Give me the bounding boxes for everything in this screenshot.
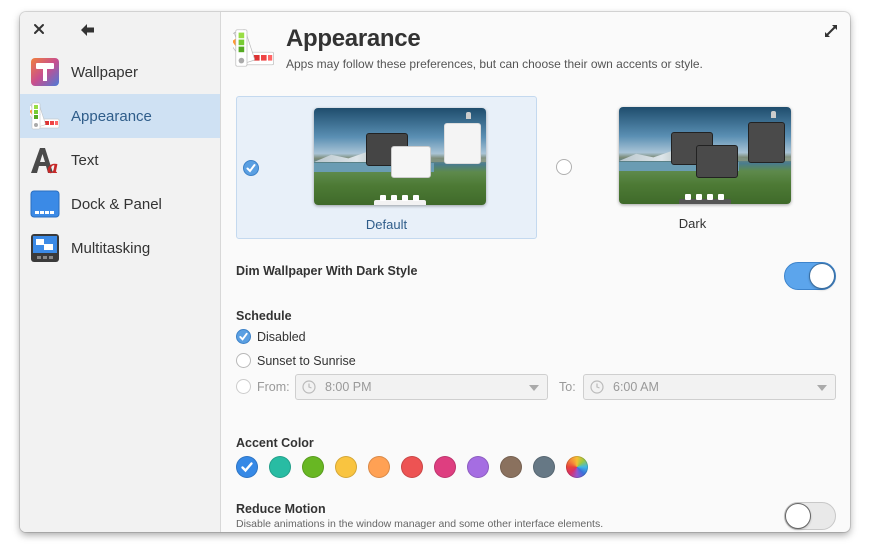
accent-color-swatches	[236, 456, 599, 478]
sidebar-item-label: Dock & Panel	[71, 195, 162, 213]
reduce-motion-description: Disable animations in the window manager…	[236, 518, 604, 530]
style-label: Default	[365, 217, 408, 232]
arrow-left-icon[interactable]	[80, 23, 96, 37]
preview-window	[696, 145, 738, 178]
dock-app-icon	[685, 194, 691, 200]
appearance-panel: Appearance Apps may follow these prefere…	[221, 12, 850, 532]
switch-knob	[785, 503, 811, 529]
dock-icon	[30, 190, 60, 218]
accent-swatch-yellow[interactable]	[335, 456, 357, 478]
preview-notification	[444, 123, 481, 164]
dropdown-arrow-icon	[529, 385, 539, 391]
accent-color-label: Accent Color	[236, 436, 314, 450]
dock-app-icon	[718, 194, 724, 200]
schedule-option-disabled[interactable]: Disabled	[236, 329, 306, 344]
style-option-default[interactable]: Default	[236, 96, 537, 239]
sidebar-item-appearance[interactable]: Appearance	[20, 94, 220, 138]
checkmark-icon	[241, 462, 253, 473]
style-option-dark[interactable]: Dark	[542, 96, 843, 239]
page-subtitle: Apps may follow these preferences, but c…	[286, 57, 703, 71]
radio-checked[interactable]	[236, 329, 251, 344]
dock-app-icon	[380, 195, 386, 201]
sidebar-item-label: Wallpaper	[71, 63, 138, 81]
sidebar-item-dock-panel[interactable]: Dock & Panel	[20, 182, 220, 226]
radio-unchecked[interactable]	[236, 379, 251, 394]
from-time-picker[interactable]: 8:00 PM	[295, 374, 548, 400]
option-label: From:	[257, 379, 290, 394]
accent-swatch-auto[interactable]	[566, 456, 588, 478]
accent-swatch-blue[interactable]	[236, 456, 258, 478]
radio-unchecked[interactable]	[236, 353, 251, 368]
option-label: Disabled	[257, 329, 306, 344]
reduce-motion-label: Reduce Motion	[236, 502, 326, 516]
radio-checked[interactable]	[243, 160, 259, 176]
sidebar-item-wallpaper[interactable]: Wallpaper	[20, 50, 220, 94]
accent-swatch-orange[interactable]	[368, 456, 390, 478]
sidebar-item-multitasking[interactable]: Multitasking	[20, 226, 220, 270]
schedule-option-sunset-sunrise[interactable]: Sunset to Sunrise	[236, 353, 356, 368]
color-palette-icon	[233, 29, 274, 67]
svg-text:a: a	[47, 157, 59, 175]
schedule-label: Schedule	[236, 309, 292, 323]
accent-swatch-brown[interactable]	[500, 456, 522, 478]
dock-app-icon	[413, 195, 419, 201]
light-style-preview	[314, 108, 486, 205]
expand-icon[interactable]	[824, 24, 838, 38]
dim-wallpaper-switch[interactable]	[784, 262, 836, 290]
switch-knob	[809, 263, 835, 289]
dock-app-icon	[402, 195, 408, 201]
option-label: Sunset to Sunrise	[257, 353, 356, 368]
multitasking-icon	[31, 234, 59, 262]
paint-roller-icon	[31, 58, 59, 86]
dropdown-arrow-icon	[817, 385, 827, 391]
sidebar: Wallpaper Appearance a Text Dock & Panel…	[20, 12, 221, 532]
to-time-value: 6:00 AM	[613, 380, 659, 394]
radio-unchecked[interactable]	[556, 159, 572, 175]
settings-window: Wallpaper Appearance a Text Dock & Panel…	[20, 12, 850, 532]
accent-swatch-purple[interactable]	[467, 456, 489, 478]
reduce-motion-switch[interactable]	[784, 502, 836, 530]
dim-wallpaper-label: Dim Wallpaper With Dark Style	[236, 264, 418, 278]
dark-style-preview	[619, 107, 791, 204]
sidebar-header	[20, 12, 220, 50]
sidebar-item-label: Text	[71, 151, 99, 169]
clock-icon	[590, 380, 604, 394]
accent-swatch-green[interactable]	[302, 456, 324, 478]
preview-notification	[748, 122, 785, 163]
to-time-picker[interactable]: 6:00 AM	[583, 374, 836, 400]
font-icon: a	[31, 148, 59, 175]
bell-icon	[771, 111, 776, 118]
sidebar-item-label: Multitasking	[71, 239, 151, 257]
to-label: To:	[559, 380, 576, 394]
accent-swatch-pink[interactable]	[434, 456, 456, 478]
accent-swatch-mint[interactable]	[269, 456, 291, 478]
page-title: Appearance	[286, 25, 421, 52]
dock-app-icon	[696, 194, 702, 200]
from-time-value: 8:00 PM	[325, 380, 372, 394]
dock-app-icon	[707, 194, 713, 200]
dock-app-icon	[391, 195, 397, 201]
color-palette-icon	[30, 102, 60, 130]
style-label: Dark	[678, 216, 707, 231]
preview-window	[391, 146, 431, 178]
sidebar-list: Wallpaper Appearance a Text Dock & Panel…	[20, 50, 220, 270]
close-icon[interactable]	[32, 22, 46, 36]
clock-icon	[302, 380, 316, 394]
accent-swatch-gray[interactable]	[533, 456, 555, 478]
accent-swatch-red[interactable]	[401, 456, 423, 478]
bell-icon	[466, 112, 471, 119]
sidebar-item-label: Appearance	[71, 107, 152, 125]
sidebar-item-text[interactable]: a Text	[20, 138, 220, 182]
schedule-option-manual[interactable]: From:	[236, 379, 290, 394]
